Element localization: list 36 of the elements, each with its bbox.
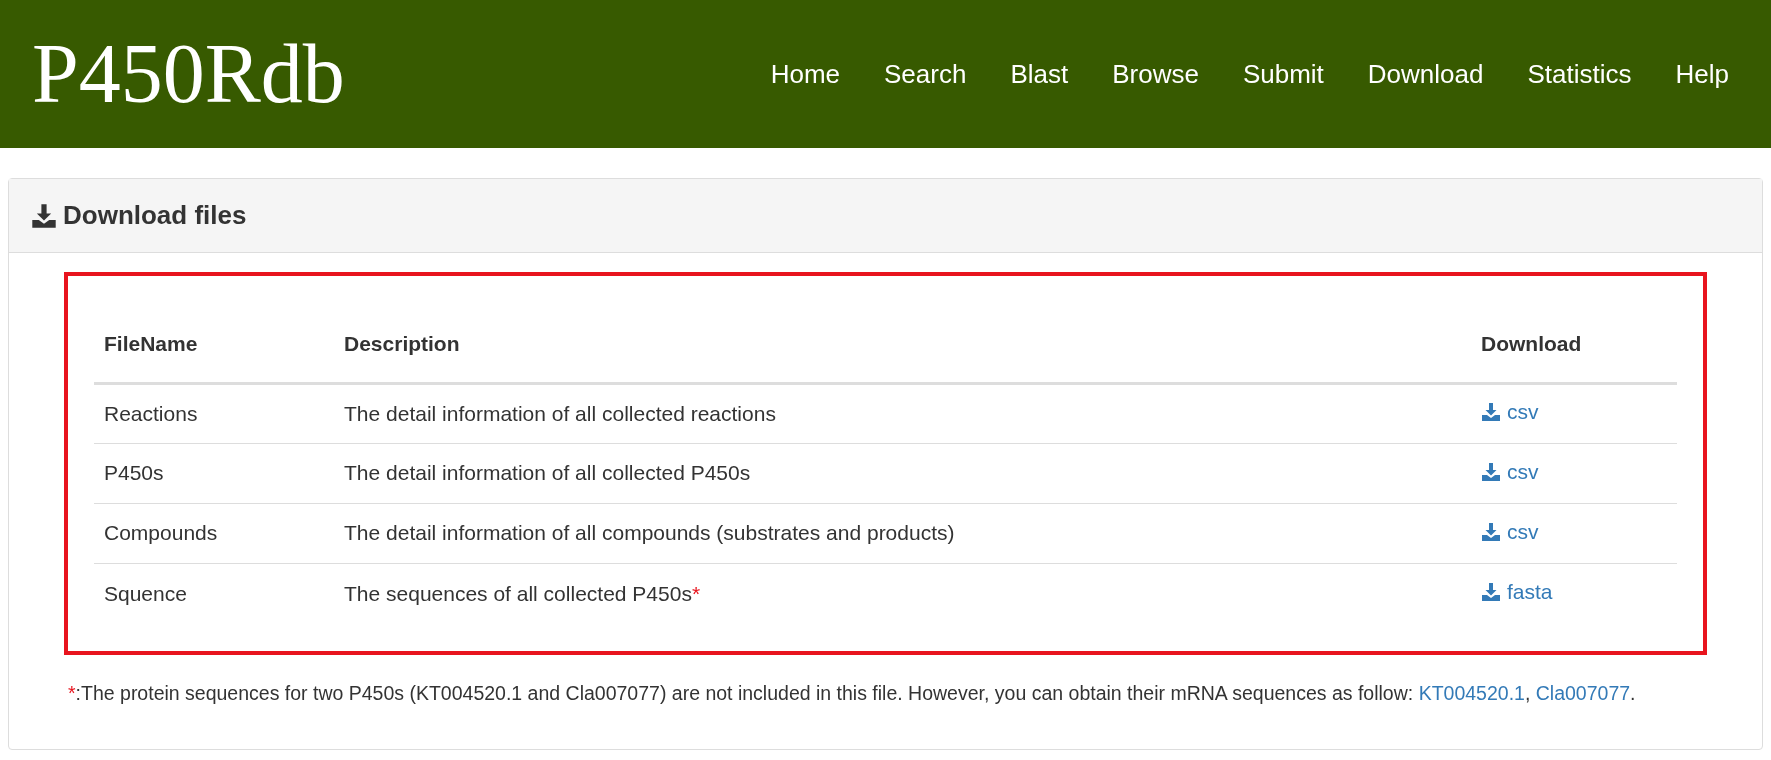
- footnote-text: :The protein sequences for two P450s (KT004520.1 and Cla007077) are not included in this file. However, you can obtain their mRNA sequences as follow:: [75, 682, 1415, 704]
- nav-link[interactable]: Statistics: [1505, 44, 1654, 104]
- nav-link[interactable]: Submit: [1220, 44, 1346, 104]
- table-cell: Compounds: [104, 521, 218, 545]
- table-cell: The detail information of all compounds (substrates and products): [344, 521, 955, 545]
- table-cell: The detail information of all collected reactions: [344, 401, 776, 425]
- column-header: Description: [344, 332, 460, 355]
- nav-link[interactable]: Search: [862, 44, 989, 104]
- table-cell: P450s: [104, 461, 164, 485]
- footnote-mark: *: [68, 682, 76, 704]
- panel-title: Download files: [63, 199, 247, 232]
- download-icon: [1481, 581, 1501, 602]
- file-link[interactable]: csv: [1481, 455, 1539, 488]
- download-icon: [1481, 521, 1501, 542]
- file-link[interactable]: fasta: [1481, 576, 1553, 608]
- site-logo[interactable]: P450Rdb: [32, 32, 345, 116]
- sequence-link[interactable]: KT004520.1: [1418, 682, 1525, 704]
- table-cell: Squence: [104, 581, 187, 605]
- nav-link[interactable]: Help: [1653, 44, 1751, 104]
- table-cell: The sequences of all collected P450s*: [344, 581, 701, 605]
- download-icon: [31, 202, 57, 229]
- footnote-text: ,: [1524, 682, 1532, 704]
- footnote-text: .: [1630, 682, 1636, 704]
- column-header: Download: [1481, 332, 1582, 355]
- download-icon: [1481, 402, 1501, 423]
- download-icon: [1481, 461, 1501, 482]
- table-cell: Reactions: [104, 401, 198, 425]
- nav-link[interactable]: Blast: [988, 44, 1091, 104]
- nav-link[interactable]: Browse: [1090, 44, 1221, 104]
- sequence-link[interactable]: Cla007077: [1535, 682, 1631, 704]
- file-link[interactable]: csv: [1481, 515, 1539, 548]
- table-cell: The detail information of all collected P450s: [344, 461, 751, 485]
- nav-link[interactable]: Download: [1345, 44, 1506, 104]
- file-link[interactable]: csv: [1481, 396, 1539, 428]
- column-header: FileName: [104, 332, 198, 355]
- nav-link[interactable]: Home: [748, 44, 862, 104]
